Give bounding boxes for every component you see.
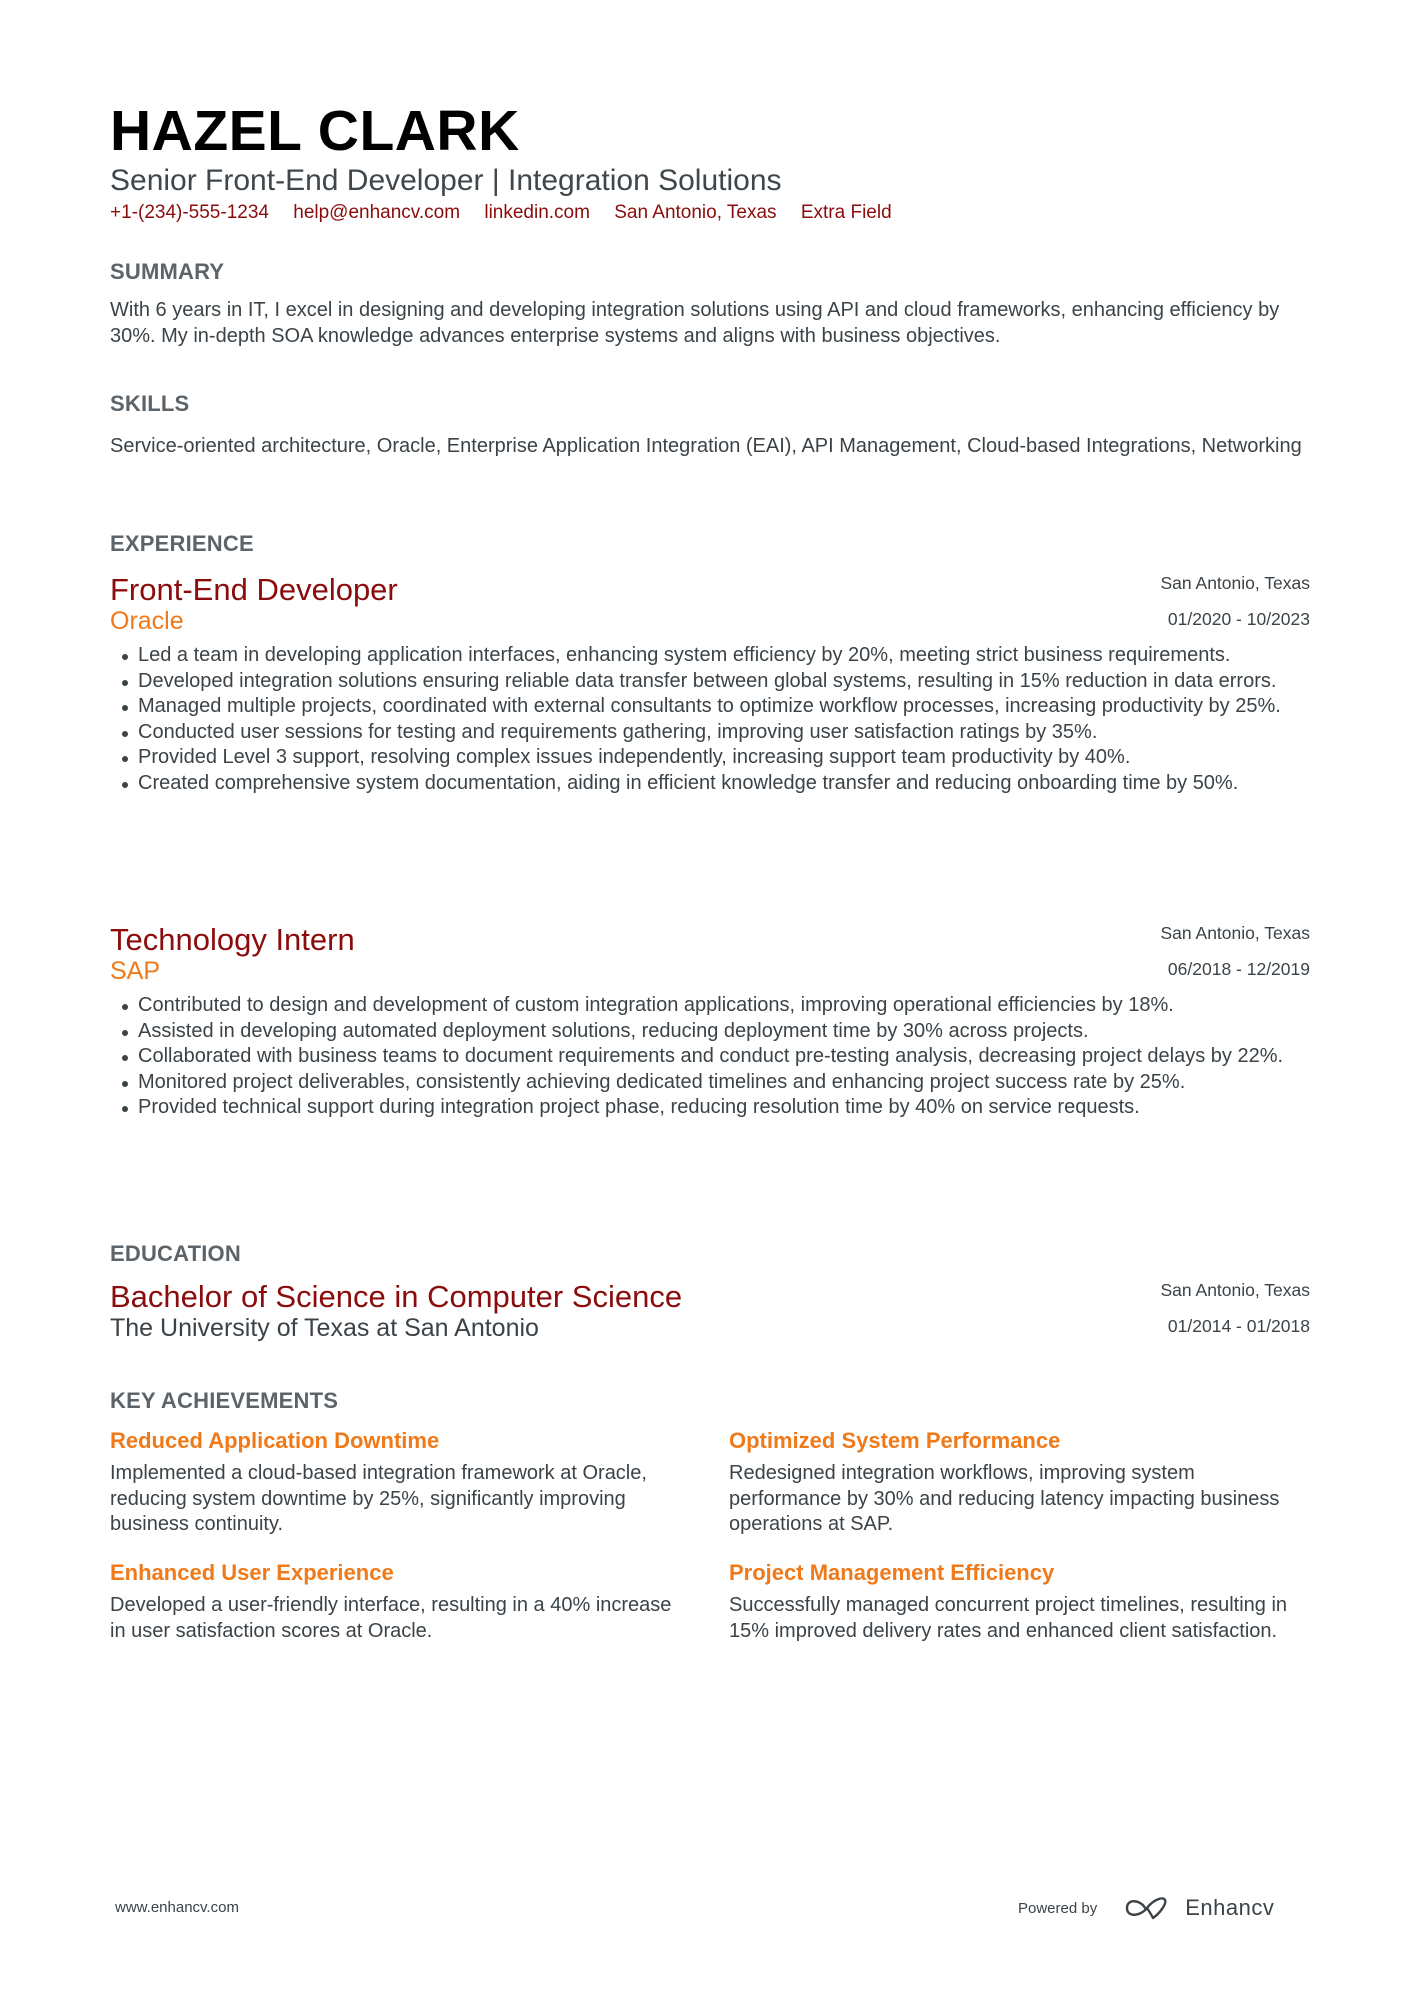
summary-text: With 6 years in IT, I excel in designing… — [110, 299, 1280, 347]
achievement-text: Successfully managed concurrent project … — [729, 1594, 1288, 1642]
bullet-item: Provided technical support during integr… — [110, 1095, 1310, 1121]
skills-heading: SKILLS — [110, 391, 190, 416]
education-location: San Antonio, Texas — [1160, 1280, 1310, 1300]
candidate-name: HAZEL CLARK — [110, 99, 520, 163]
candidate-title: Senior Front-End Developer | Integration… — [110, 164, 782, 197]
summary-heading: SUMMARY — [110, 259, 225, 284]
job-title: Front-End Developer — [110, 572, 398, 607]
achievements-heading: KEY ACHIEVEMENTS — [110, 1388, 339, 1413]
achievement-item: Optimized System Performance Redesigned … — [729, 1427, 1309, 1538]
achievement-title: Reduced Application Downtime — [110, 1428, 440, 1453]
contact-info: +1-(234)-555-1234 help@enhancv.com linke… — [110, 201, 911, 225]
bullet-item: Contributed to design and development of… — [110, 993, 1310, 1019]
enhancv-logo-icon — [1126, 1897, 1167, 1920]
bullet-item: Monitored project deliverables, consiste… — [110, 1070, 1310, 1096]
bullet-item: Collaborated with business teams to docu… — [110, 1044, 1310, 1070]
contact-phone[interactable]: +1-(234)-555-1234 — [110, 202, 269, 223]
achievement-item: Enhanced User Experience Developed a use… — [110, 1559, 690, 1644]
achievement-title: Optimized System Performance — [729, 1428, 1061, 1453]
bullet-item: Led a team in developing application int… — [110, 643, 1310, 669]
enhancv-brand-name[interactable]: Enhancv — [1185, 1895, 1274, 1921]
job-bullets: Led a team in developing application int… — [110, 643, 1310, 797]
achievement-title: Enhanced User Experience — [110, 1560, 394, 1585]
job-title: Technology Intern — [110, 922, 355, 957]
achievement-item: Project Management Efficiency Successful… — [729, 1559, 1309, 1644]
school-name: The University of Texas at San Antonio — [110, 1314, 539, 1342]
contact-email[interactable]: help@enhancv.com — [293, 202, 460, 223]
bullet-item: Assisted in developing automated deploym… — [110, 1019, 1310, 1045]
job-location: San Antonio, Texas — [1160, 923, 1310, 943]
bullet-item: Managed multiple projects, coordinated w… — [110, 694, 1310, 720]
bullet-item: Developed integration solutions ensuring… — [110, 669, 1310, 695]
skills-text: Service-oriented architecture, Oracle, E… — [110, 435, 1302, 457]
education-dates: 01/2014 - 01/2018 — [1167, 1316, 1310, 1336]
experience-heading: EXPERIENCE — [110, 531, 254, 556]
contact-linkedin[interactable]: linkedin.com — [484, 202, 590, 223]
job-dates: 06/2018 - 12/2019 — [1167, 959, 1310, 979]
footer-website-link[interactable]: www.enhancv.com — [115, 1898, 239, 1918]
contact-extra-field: Extra Field — [800, 202, 892, 223]
achievement-text: Implemented a cloud-based integration fr… — [110, 1462, 647, 1536]
job-dates: 01/2020 - 10/2023 — [1167, 609, 1310, 629]
bullet-item: Provided Level 3 support, resolving comp… — [110, 745, 1310, 771]
degree-title: Bachelor of Science in Computer Science — [110, 1279, 683, 1314]
job-bullets: Contributed to design and development of… — [110, 993, 1310, 1121]
company-name: Oracle — [110, 607, 184, 635]
bullet-item: Conducted user sessions for testing and … — [110, 720, 1310, 746]
powered-by-label: Powered by — [1018, 1899, 1098, 1917]
achievement-title: Project Management Efficiency — [729, 1560, 1055, 1585]
company-name: SAP — [110, 957, 161, 985]
job-location: San Antonio, Texas — [1160, 573, 1310, 593]
achievement-item: Reduced Application Downtime Implemented… — [110, 1427, 690, 1538]
bullet-item: Created comprehensive system documentati… — [110, 771, 1310, 797]
achievement-text: Redesigned integration workflows, improv… — [729, 1462, 1280, 1536]
achievement-text: Developed a user-friendly interface, res… — [110, 1594, 672, 1642]
footer-branding: Powered by Enhancv — [1018, 1893, 1274, 1923]
education-heading: EDUCATION — [110, 1241, 241, 1266]
contact-location: San Antonio, Texas — [614, 202, 777, 223]
